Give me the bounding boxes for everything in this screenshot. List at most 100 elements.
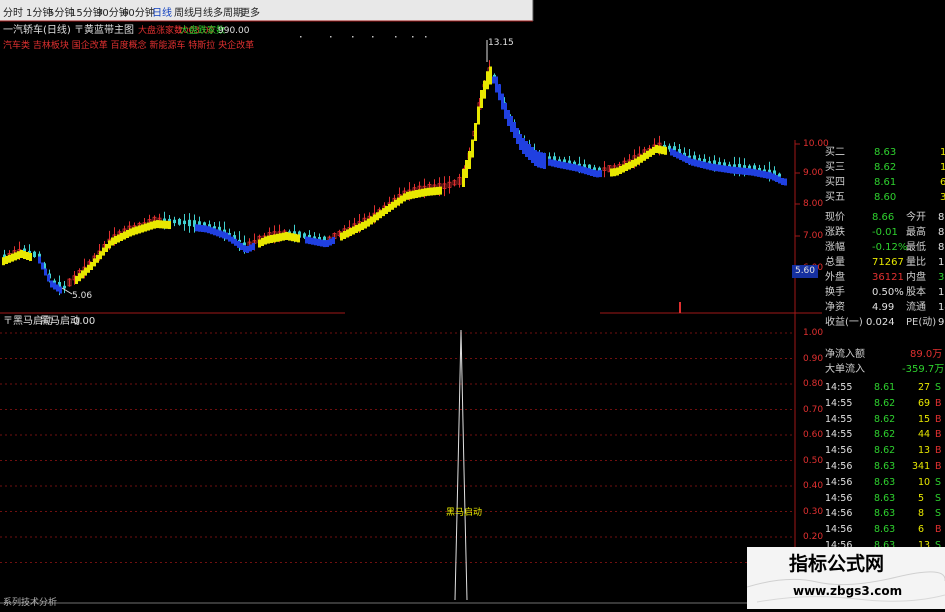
bid-volume: 16 bbox=[940, 147, 945, 158]
candle-body bbox=[183, 220, 186, 225]
trend-band bbox=[2, 257, 5, 266]
trend-band bbox=[757, 169, 760, 177]
trend-band bbox=[252, 243, 255, 250]
signal-spike bbox=[454, 329, 468, 601]
trend-band bbox=[75, 276, 78, 284]
trend-band bbox=[510, 116, 513, 132]
trend-band bbox=[739, 167, 742, 175]
sub-axis-label: 0.80 bbox=[803, 379, 824, 389]
trend-band bbox=[537, 151, 540, 168]
trend-band bbox=[525, 141, 528, 157]
trend-band bbox=[596, 170, 599, 178]
trend-band bbox=[540, 152, 543, 169]
trend-band bbox=[709, 163, 712, 171]
trend-band bbox=[563, 162, 566, 170]
trend-band bbox=[53, 282, 56, 290]
trend-band bbox=[84, 267, 87, 276]
bid-row: 买四 8.61 6 bbox=[822, 175, 945, 190]
trend-band bbox=[138, 225, 141, 234]
trend-band bbox=[294, 233, 297, 242]
indicator2-value: 990.00 bbox=[218, 26, 250, 36]
sub-axis-label: 0.30 bbox=[803, 506, 824, 517]
trend-band bbox=[8, 254, 11, 263]
trend-band bbox=[105, 244, 108, 252]
trend-band bbox=[243, 245, 246, 253]
trend-band bbox=[424, 188, 427, 197]
trend-band bbox=[96, 254, 99, 263]
trend-band bbox=[643, 152, 646, 161]
trend-band bbox=[625, 163, 628, 171]
stat-row: 总量 71267量比 1. bbox=[822, 255, 945, 270]
trend-band bbox=[637, 156, 640, 165]
trend-band bbox=[664, 146, 667, 155]
trend-band bbox=[772, 173, 775, 181]
trend-band bbox=[132, 227, 135, 236]
marker-dot bbox=[395, 36, 397, 38]
trend-band bbox=[329, 238, 332, 246]
sector-tags: 汽车类 吉林板块 国企改革 百度概念 新能源车 特斯拉 央企改革 bbox=[3, 41, 255, 51]
trend-band bbox=[261, 238, 264, 246]
stat-value: 16. bbox=[938, 287, 945, 298]
trade-volume: 6 bbox=[918, 524, 925, 536]
trade-volume: 5 bbox=[918, 492, 925, 504]
trend-band bbox=[781, 178, 784, 185]
stat-label: 今开 bbox=[906, 212, 926, 223]
trend-band bbox=[554, 160, 557, 168]
trend-band bbox=[340, 232, 343, 241]
trend-band bbox=[373, 214, 376, 223]
big-inflow-value: -359.7万 bbox=[902, 364, 945, 375]
stat-row: 涨跌 -0.01 最高 8. bbox=[822, 225, 945, 240]
trend-band bbox=[5, 256, 8, 264]
trend-band bbox=[213, 228, 216, 236]
trend-band bbox=[634, 158, 637, 167]
trend-band bbox=[282, 232, 285, 241]
sub-axis-label: 0.50 bbox=[803, 455, 824, 466]
sub-axis-label: 0.20 bbox=[803, 532, 824, 542]
stat-value: 71267 bbox=[872, 257, 904, 268]
trend-band bbox=[572, 163, 575, 171]
marker-dot bbox=[425, 36, 427, 38]
sub-axis-label: 0.70 bbox=[803, 404, 824, 415]
trend-band bbox=[352, 226, 355, 235]
trade-side: B bbox=[935, 461, 942, 472]
trend-band bbox=[288, 232, 291, 241]
stat-value: 14. bbox=[938, 302, 945, 313]
trade-row: 14:56 8.63 5 S bbox=[822, 491, 945, 507]
bid-level-label: 买五 bbox=[825, 192, 845, 203]
trend-band bbox=[784, 178, 787, 186]
stat-label: 内盘 bbox=[906, 272, 926, 283]
trend-band bbox=[519, 134, 522, 150]
sub-series-value: 0.00 bbox=[73, 316, 96, 327]
trend-band bbox=[343, 231, 346, 239]
trend-band bbox=[273, 234, 276, 243]
trend-band bbox=[489, 66, 492, 85]
trade-price: 8.62 bbox=[874, 445, 896, 457]
stat-row: 现价 8.66 今开 8. bbox=[822, 210, 945, 225]
trade-time: 14:56 bbox=[825, 461, 853, 472]
stat-value: 4.99 bbox=[872, 302, 895, 313]
trend-band bbox=[44, 268, 47, 276]
trend-band bbox=[326, 240, 329, 247]
trade-price: 8.63 bbox=[874, 524, 896, 536]
stat-label: 股本 bbox=[906, 287, 926, 298]
trend-band bbox=[748, 168, 751, 176]
trend-band bbox=[531, 147, 534, 163]
trend-band bbox=[534, 150, 537, 166]
trend-band bbox=[400, 195, 403, 204]
trend-band bbox=[120, 233, 123, 241]
trend-band bbox=[210, 227, 213, 235]
trade-price: 8.63 bbox=[874, 508, 896, 520]
trend-band bbox=[751, 168, 754, 176]
trend-band bbox=[367, 218, 370, 227]
trend-band bbox=[718, 164, 721, 172]
stat-row: 净资 4.99 流通 14. bbox=[822, 300, 945, 315]
trend-band bbox=[17, 251, 20, 260]
trend-band bbox=[462, 169, 465, 187]
trade-volume: 341 bbox=[912, 461, 931, 472]
trend-band bbox=[661, 146, 664, 155]
trend-band bbox=[679, 153, 682, 160]
trend-band bbox=[724, 165, 727, 173]
big-inflow-label: 大单流入 bbox=[825, 364, 865, 375]
trend-band bbox=[141, 224, 144, 233]
trend-band bbox=[314, 238, 317, 246]
